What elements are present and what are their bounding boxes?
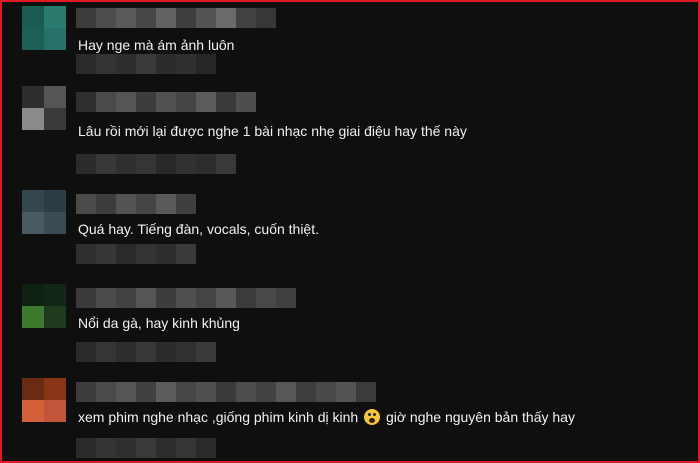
fearful-face-icon — [364, 409, 381, 425]
avatar[interactable] — [22, 190, 66, 234]
comment-text: Hay nge mà ám ảnh luôn — [78, 37, 235, 53]
comment-text: Lâu rồi mới lại được nghe 1 bài nhạc nhẹ… — [78, 123, 467, 139]
blurred-actions — [76, 342, 216, 362]
blurred-actions — [76, 154, 236, 174]
comment-text: Nổi da gà, hay kinh khủng — [78, 315, 240, 331]
blurred-username — [76, 92, 256, 112]
blurred-username — [76, 8, 276, 28]
comment-text-before: xem phim nghe nhạc ,giống phim kinh dị k… — [78, 409, 363, 425]
comment-item: Lâu rồi mới lại được nghe 1 bài nhạc nhẹ… — [22, 86, 682, 176]
comment-item: Nổi da gà, hay kinh khủng — [22, 284, 682, 374]
avatar[interactable] — [22, 378, 66, 422]
comment-text: Quá hay. Tiếng đàn, vocals, cuốn thiệt. — [78, 221, 320, 237]
blurred-actions — [76, 54, 216, 74]
blurred-username — [76, 382, 376, 402]
avatar[interactable] — [22, 6, 66, 50]
comment-item: xem phim nghe nhạc ,giống phim kinh dị k… — [22, 378, 682, 461]
blurred-username — [76, 194, 196, 214]
comment-item: Hay nge mà ám ảnh luôn — [22, 6, 682, 96]
comment-item: Quá hay. Tiếng đàn, vocals, cuốn thiệt. — [22, 190, 682, 280]
blurred-actions — [76, 438, 216, 458]
comment-text-after: giờ nghe nguyên bản thấy hay — [382, 409, 575, 425]
avatar[interactable] — [22, 86, 66, 130]
comments-panel: Hay nge mà ám ảnh luôn Lâu rồi mới lại đ… — [0, 0, 700, 463]
blurred-username — [76, 288, 296, 308]
avatar[interactable] — [22, 284, 66, 328]
blurred-actions — [76, 244, 196, 264]
comment-text: xem phim nghe nhạc ,giống phim kinh dị k… — [78, 408, 575, 426]
